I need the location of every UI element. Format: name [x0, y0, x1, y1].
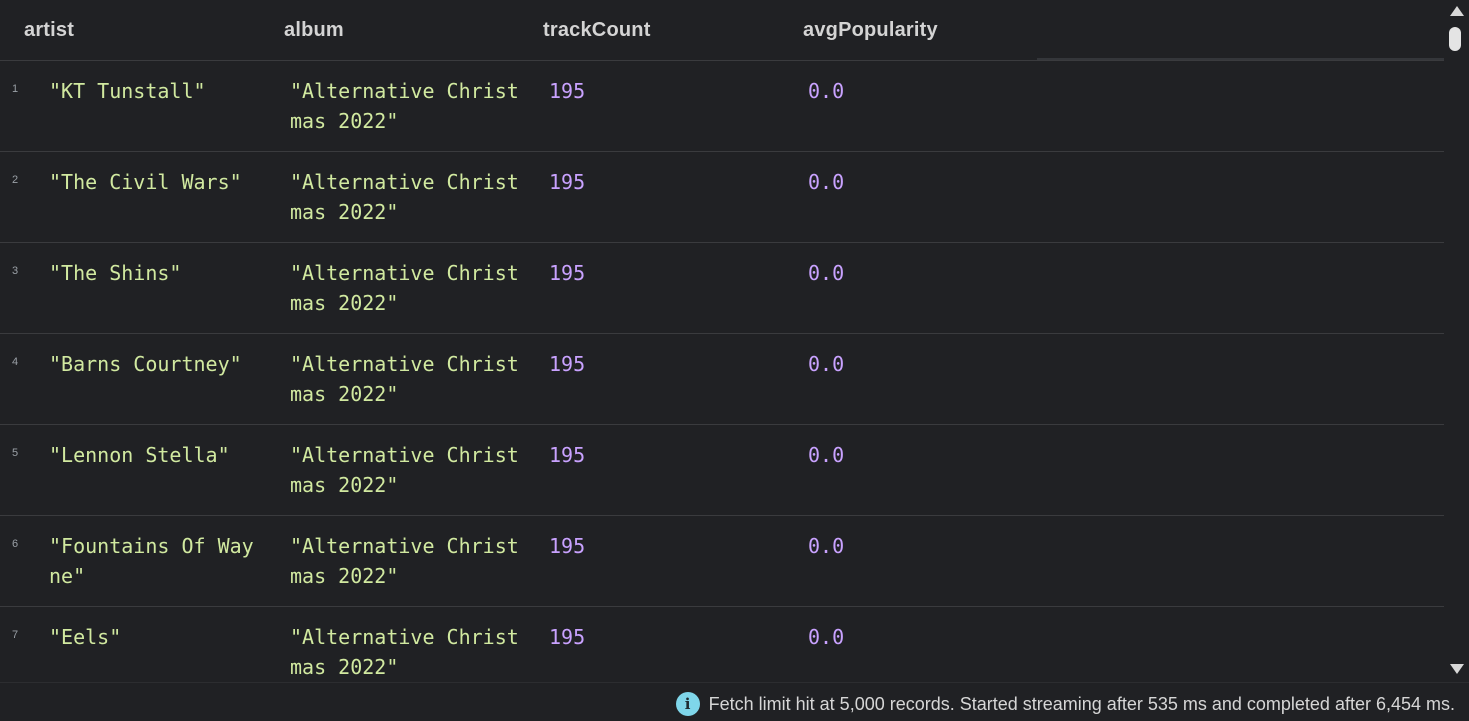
cell-album[interactable]: "Alternative Christ mas 2022" [290, 349, 535, 409]
cell-trackcount[interactable]: 195 [549, 440, 585, 470]
row-number: 1 [12, 83, 19, 95]
cell-album[interactable]: "Alternative Christ mas 2022" [290, 76, 535, 136]
cell-album[interactable]: "Alternative Christ mas 2022" [290, 167, 535, 227]
result-table-view: artist album trackCount avgPopularity 1 … [0, 0, 1469, 721]
column-header-album[interactable]: album [284, 0, 344, 60]
row-number: 5 [12, 447, 19, 459]
cell-trackcount[interactable]: 195 [549, 531, 585, 561]
cell-album[interactable]: "Alternative Christ mas 2022" [290, 440, 535, 500]
row-number: 3 [12, 265, 19, 277]
table-row[interactable]: 6 "Fountains Of Way ne" "Alternative Chr… [0, 516, 1444, 607]
cell-avgpopularity[interactable]: 0.0 [808, 622, 844, 652]
table-row[interactable]: 1 "KT Tunstall" "Alternative Christ mas … [0, 61, 1444, 152]
table-header: artist album trackCount avgPopularity [0, 0, 1444, 61]
cell-avgpopularity[interactable]: 0.0 [808, 440, 844, 470]
column-header-trackcount[interactable]: trackCount [543, 0, 651, 60]
cell-avgpopularity[interactable]: 0.0 [808, 258, 844, 288]
cell-album[interactable]: "Alternative Christ mas 2022" [290, 622, 535, 682]
cell-artist[interactable]: "Fountains Of Way ne" [49, 531, 274, 591]
cell-avgpopularity[interactable]: 0.0 [808, 167, 844, 197]
scroll-up-arrow-icon[interactable] [1450, 6, 1464, 16]
info-icon: i [675, 692, 700, 716]
column-header-artist[interactable]: artist [24, 0, 74, 60]
status-message: Fetch limit hit at 5,000 records. Starte… [708, 693, 1455, 714]
cell-artist[interactable]: "Lennon Stella" [49, 440, 274, 470]
row-number: 4 [12, 356, 19, 368]
cell-trackcount[interactable]: 195 [549, 622, 585, 652]
row-number: 2 [12, 174, 19, 186]
cell-avgpopularity[interactable]: 0.0 [808, 531, 844, 561]
status-bar: i Fetch limit hit at 5,000 records. Star… [0, 682, 1469, 721]
cell-avgpopularity[interactable]: 0.0 [808, 349, 844, 379]
table-row[interactable]: 3 "The Shins" "Alternative Christ mas 20… [0, 243, 1444, 334]
cell-artist[interactable]: "The Civil Wars" [49, 167, 274, 197]
scroll-down-arrow-icon[interactable] [1450, 664, 1464, 674]
row-number: 7 [12, 629, 19, 641]
table-row[interactable]: 7 "Eels" "Alternative Christ mas 2022" 1… [0, 607, 1444, 682]
cell-trackcount[interactable]: 195 [549, 258, 585, 288]
cell-artist[interactable]: "The Shins" [49, 258, 274, 288]
header-divider [1037, 58, 1444, 60]
cell-album[interactable]: "Alternative Christ mas 2022" [290, 531, 535, 591]
cell-trackcount[interactable]: 195 [549, 349, 585, 379]
vertical-scrollbar[interactable] [1444, 0, 1469, 682]
status-message-area: i Fetch limit hit at 5,000 records. Star… [675, 691, 1455, 717]
table-row[interactable]: 4 "Barns Courtney" "Alternative Christ m… [0, 334, 1444, 425]
result-grid: artist album trackCount avgPopularity 1 … [0, 0, 1444, 682]
cell-album[interactable]: "Alternative Christ mas 2022" [290, 258, 535, 318]
cell-trackcount[interactable]: 195 [549, 76, 585, 106]
cell-artist[interactable]: "Eels" [49, 622, 274, 652]
row-number: 6 [12, 538, 19, 550]
cell-avgpopularity[interactable]: 0.0 [808, 76, 844, 106]
cell-trackcount[interactable]: 195 [549, 167, 585, 197]
scrollbar-thumb[interactable] [1449, 27, 1461, 51]
cell-artist[interactable]: "Barns Courtney" [49, 349, 274, 379]
table-row[interactable]: 5 "Lennon Stella" "Alternative Christ ma… [0, 425, 1444, 516]
cell-artist[interactable]: "KT Tunstall" [49, 76, 274, 106]
table-row[interactable]: 2 "The Civil Wars" "Alternative Christ m… [0, 152, 1444, 243]
column-header-avgpopularity[interactable]: avgPopularity [803, 0, 938, 60]
